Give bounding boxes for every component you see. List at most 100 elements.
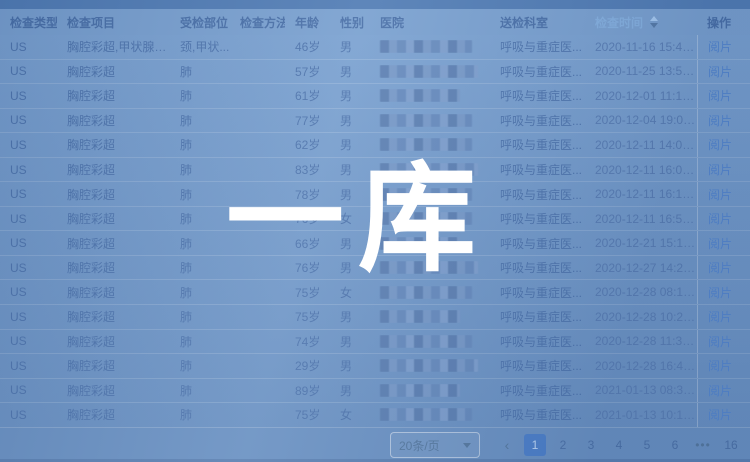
cell-age: 83岁 [285, 161, 330, 178]
cell-age: 75岁 [285, 284, 330, 301]
cell-exam_time: 2020-12-11 16:02:05 [585, 163, 697, 177]
cell-exam_item: 胸腔彩超 [57, 357, 170, 374]
cell-actions: 阅片 [697, 133, 750, 157]
cell-actions: 阅片 [697, 158, 750, 182]
view-images-link[interactable]: 阅片 [708, 357, 732, 374]
cell-department: 呼吸与重症医... [490, 259, 585, 276]
view-images-link[interactable]: 阅片 [708, 308, 732, 325]
view-images-link[interactable]: 阅片 [708, 333, 732, 350]
pagination-bar: 20条/页 ‹ 123456 ••• 16 [0, 427, 750, 462]
column-header-label: 送检科室 [500, 14, 548, 31]
column-header-label: 性别 [340, 14, 364, 31]
view-images-link[interactable]: 阅片 [708, 112, 732, 129]
cell-gender: 男 [330, 235, 370, 252]
cell-department: 呼吸与重症医... [490, 63, 585, 80]
table-row: US胸腔彩超肺77岁男呼吸与重症医...2020-12-04 19:03:24阅… [0, 109, 750, 134]
hospital-redaction-blur [380, 65, 478, 78]
cell-hospital [370, 40, 490, 53]
cell-age: 29岁 [285, 357, 330, 374]
column-header-exam_time[interactable]: 检查时间 [585, 14, 697, 31]
page-button-16[interactable]: 16 [720, 434, 742, 456]
table-row: US胸腔彩超肺74岁男呼吸与重症医...2020-12-28 11:38:11阅… [0, 330, 750, 355]
cell-age: 89岁 [285, 382, 330, 399]
hospital-redaction-blur [380, 408, 472, 421]
column-header-label: 检查方法 [240, 14, 285, 31]
sort-carets-icon[interactable] [650, 16, 658, 28]
sort-desc-icon[interactable] [650, 23, 658, 28]
cell-hospital [370, 310, 490, 323]
cell-hospital [370, 89, 490, 102]
cell-hospital [370, 138, 490, 151]
cell-exam_time: 2021-01-13 08:35:05 [585, 383, 697, 397]
exam-list-screen: 检查类型检查项目受检部位检查方法年龄性别医院送检科室检查时间操作 US胸腔彩超,… [0, 0, 750, 462]
cell-hospital [370, 114, 490, 127]
cell-exam_item: 胸腔彩超 [57, 186, 170, 203]
view-images-link[interactable]: 阅片 [708, 382, 732, 399]
page-button-3[interactable]: 3 [580, 434, 602, 456]
cell-actions: 阅片 [697, 403, 750, 427]
page-size-label: 20条/页 [399, 437, 440, 454]
cell-exam_type: US [0, 187, 57, 201]
page-size-select[interactable]: 20条/页 [390, 432, 480, 458]
cell-exam_time: 2020-11-25 13:50:01 [585, 64, 697, 78]
page-button-4[interactable]: 4 [608, 434, 630, 456]
cell-gender: 女 [330, 210, 370, 227]
cell-exam_item: 胸腔彩超 [57, 235, 170, 252]
cell-hospital [370, 359, 490, 372]
more-pages-button[interactable]: ••• [692, 434, 714, 456]
page-button-5[interactable]: 5 [636, 434, 658, 456]
cell-exam_time: 2020-12-04 19:03:24 [585, 113, 697, 127]
hospital-redaction-blur [380, 212, 472, 225]
page-button-1[interactable]: 1 [524, 434, 546, 456]
cell-gender: 男 [330, 333, 370, 350]
prev-page-button[interactable]: ‹ [496, 434, 518, 456]
column-header-exam_method: 检查方法 [230, 14, 285, 31]
view-images-link[interactable]: 阅片 [708, 38, 732, 55]
cell-department: 呼吸与重症医... [490, 406, 585, 423]
view-images-link[interactable]: 阅片 [708, 161, 732, 178]
cell-gender: 女 [330, 284, 370, 301]
hospital-redaction-blur [380, 237, 460, 250]
page-button-6[interactable]: 6 [664, 434, 686, 456]
cell-body_part: 肺 [170, 186, 230, 203]
cell-exam_item: 胸腔彩超 [57, 308, 170, 325]
page-button-2[interactable]: 2 [552, 434, 574, 456]
cell-hospital [370, 408, 490, 421]
cell-actions: 阅片 [697, 182, 750, 206]
view-images-link[interactable]: 阅片 [708, 87, 732, 104]
cell-exam_type: US [0, 383, 57, 397]
cell-actions: 阅片 [697, 84, 750, 108]
sort-asc-icon[interactable] [650, 16, 658, 21]
cell-actions: 阅片 [697, 280, 750, 304]
cell-exam_type: US [0, 310, 57, 324]
cell-hospital [370, 335, 490, 348]
cell-exam_type: US [0, 285, 57, 299]
cell-exam_item: 胸腔彩超,甲状腺彩超 [57, 38, 170, 55]
cell-exam_time: 2020-12-28 10:24:30 [585, 310, 697, 324]
view-images-link[interactable]: 阅片 [708, 63, 732, 80]
view-images-link[interactable]: 阅片 [708, 235, 732, 252]
cell-exam_type: US [0, 334, 57, 348]
cell-age: 46岁 [285, 38, 330, 55]
cell-exam_item: 胸腔彩超 [57, 259, 170, 276]
cell-exam_type: US [0, 40, 57, 54]
view-images-link[interactable]: 阅片 [708, 259, 732, 276]
cell-actions: 阅片 [697, 379, 750, 403]
cell-exam_type: US [0, 212, 57, 226]
table-row: US胸腔彩超肺89岁男呼吸与重症医...2021-01-13 08:35:05阅… [0, 379, 750, 404]
cell-body_part: 肺 [170, 333, 230, 350]
column-header-actions: 操作 [697, 14, 750, 31]
view-images-link[interactable]: 阅片 [708, 186, 732, 203]
view-images-link[interactable]: 阅片 [708, 210, 732, 227]
cell-exam_item: 胸腔彩超 [57, 161, 170, 178]
cell-body_part: 肺 [170, 284, 230, 301]
cell-age: 78岁 [285, 186, 330, 203]
cell-exam_item: 胸腔彩超 [57, 136, 170, 153]
view-images-link[interactable]: 阅片 [708, 136, 732, 153]
cell-hospital [370, 65, 490, 78]
view-images-link[interactable]: 阅片 [708, 406, 732, 423]
column-header-label: 检查时间 [595, 14, 643, 31]
view-images-link[interactable]: 阅片 [708, 284, 732, 301]
cell-age: 61岁 [285, 87, 330, 104]
cell-exam_time: 2020-12-11 16:14:49 [585, 187, 697, 201]
